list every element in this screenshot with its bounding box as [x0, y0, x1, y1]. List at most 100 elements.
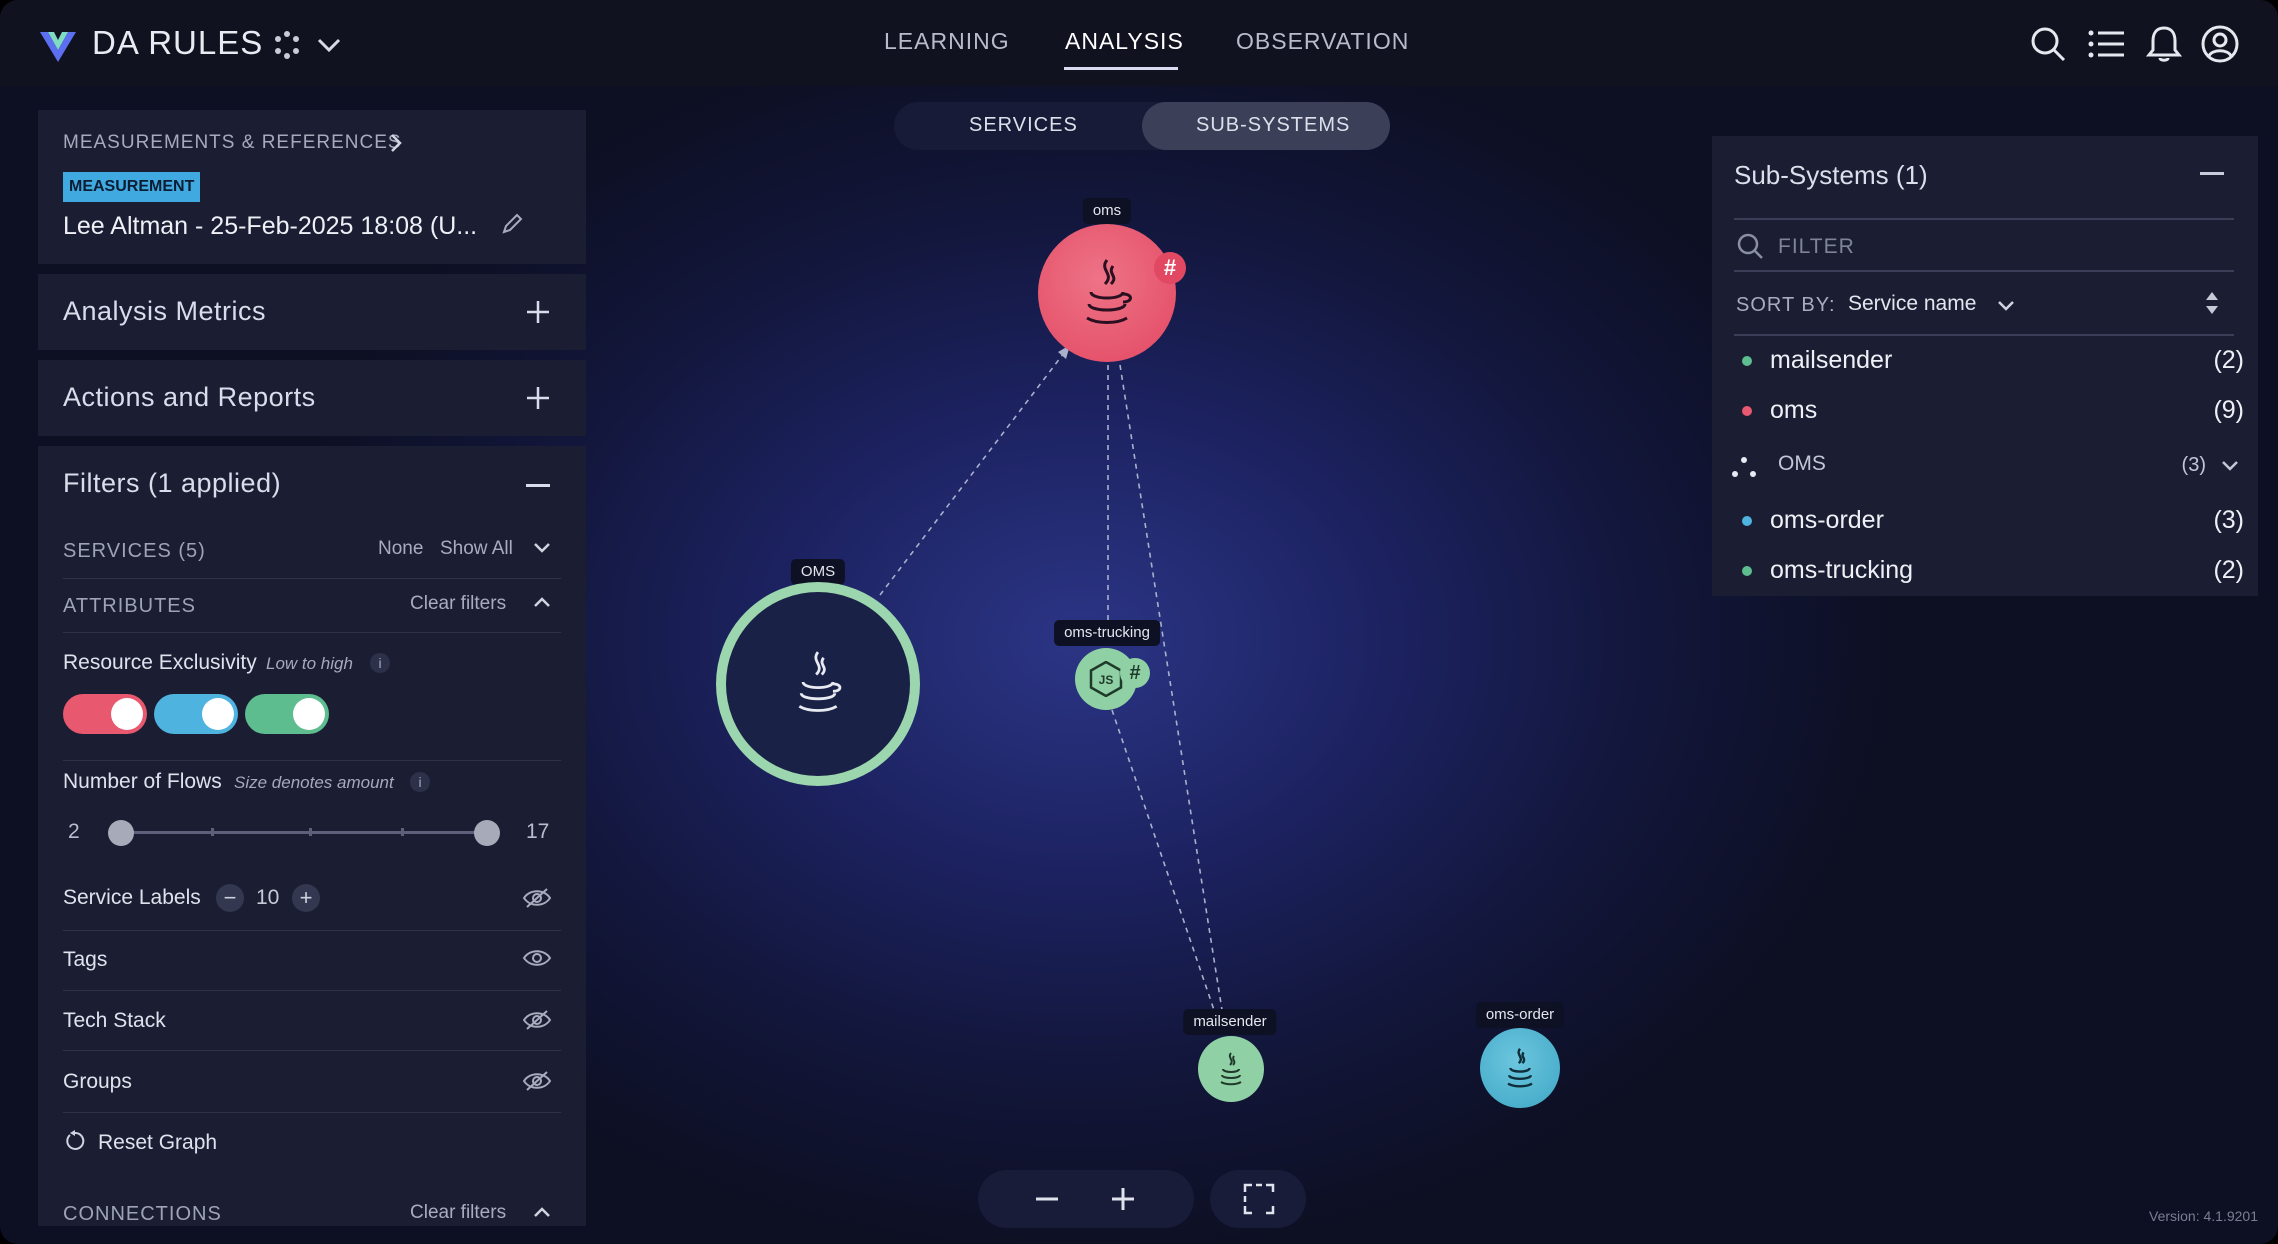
status-dot — [1742, 566, 1752, 576]
app-logo-icon — [40, 32, 76, 62]
connections-label: CONNECTIONS — [63, 1203, 222, 1225]
java-icon — [1220, 1052, 1242, 1086]
divider — [1734, 334, 2234, 336]
filters-title[interactable]: Filters (1 applied) — [63, 468, 281, 499]
app-title: DA RULES — [92, 24, 264, 61]
slider-tick — [401, 828, 404, 836]
node-oms[interactable] — [1038, 224, 1176, 362]
edit-pencil-icon[interactable] — [500, 212, 524, 236]
sort-order-icon[interactable] — [2204, 290, 2220, 316]
expand-plus-icon[interactable] — [524, 298, 552, 326]
tab-observation[interactable]: OBSERVATION — [1236, 28, 1409, 55]
toggle-green[interactable] — [245, 694, 329, 734]
view-toggle-services[interactable]: SERVICES — [969, 114, 1078, 137]
search-icon[interactable] — [2028, 24, 2068, 64]
slider-tick — [211, 828, 214, 836]
filter-input[interactable]: FILTER — [1778, 235, 1855, 259]
zoom-controls — [978, 1170, 1194, 1228]
toggle-blue[interactable] — [154, 694, 238, 734]
zoom-in-icon[interactable] — [1110, 1186, 1136, 1212]
number-of-flows-hint: Size denotes amount — [234, 773, 394, 792]
chevron-up-icon[interactable] — [532, 594, 552, 610]
bell-icon[interactable] — [2144, 24, 2184, 64]
version-label: Version: 4.1.9201 — [2149, 1208, 2258, 1224]
connections-clear-filters-link[interactable]: Clear filters — [410, 1202, 506, 1224]
tab-learning[interactable]: LEARNING — [884, 28, 1010, 55]
breadcrumb[interactable]: MEASUREMENTS & REFERENCES — [63, 132, 402, 154]
app-frame: DA RULES LEARNING ANALYSIS OBSERVATION M… — [0, 0, 2278, 1244]
info-icon[interactable]: i — [370, 653, 390, 673]
list-icon[interactable] — [2086, 24, 2126, 64]
analysis-metrics-title[interactable]: Analysis Metrics — [63, 296, 266, 327]
hash-badge-oms-trucking[interactable]: # — [1120, 658, 1150, 688]
chevron-down-icon[interactable] — [316, 34, 342, 56]
divider — [1734, 218, 2234, 220]
list-item-oms[interactable]: oms — [1770, 396, 1817, 425]
node-OMS-subsystem[interactable] — [716, 582, 920, 786]
hash-badge-oms[interactable]: # — [1154, 252, 1186, 284]
view-toggle-sub-systems[interactable]: SUB-SYSTEMS — [1196, 114, 1350, 137]
list-item-count: (2) — [2213, 556, 2244, 584]
list-item-oms-trucking[interactable]: oms-trucking — [1770, 556, 1913, 585]
resource-exclusivity-hint: Low to high — [266, 654, 353, 673]
active-tab-indicator — [1064, 67, 1178, 70]
list-item-count: (2) — [2213, 346, 2244, 374]
info-icon[interactable]: i — [410, 772, 430, 792]
flows-slider-max-handle[interactable] — [474, 820, 500, 846]
flows-max-value: 17 — [526, 820, 550, 843]
list-item-oms-order[interactable]: oms-order — [1770, 506, 1884, 535]
java-icon — [1507, 1048, 1533, 1088]
status-dot — [1742, 516, 1752, 526]
service-labels-decrement-button[interactable]: − — [216, 884, 244, 912]
service-labels-increment-button[interactable]: + — [292, 884, 320, 912]
attributes-clear-filters-link[interactable]: Clear filters — [410, 593, 506, 615]
list-item-count: (3) — [2181, 454, 2206, 476]
services-show-all-link[interactable]: Show All — [440, 538, 513, 560]
java-icon — [798, 651, 842, 712]
chevron-down-icon[interactable] — [532, 540, 552, 556]
flows-slider-min-handle[interactable] — [108, 820, 134, 846]
list-item-count: (3) — [2213, 506, 2244, 534]
list-group-OMS[interactable]: OMS — [1778, 452, 1826, 476]
services-filter-label: SERVICES (5) — [63, 540, 206, 562]
measurement-name: Lee Altman - 25-Feb-2025 18:08 (U... — [63, 212, 478, 240]
service-labels-value: 10 — [256, 886, 280, 909]
eye-off-icon[interactable] — [522, 1008, 552, 1032]
divider — [63, 990, 561, 991]
divider — [63, 632, 561, 633]
toggle-red[interactable] — [63, 694, 147, 734]
zoom-out-icon[interactable] — [1034, 1186, 1060, 1212]
spinner-icon[interactable] — [272, 30, 302, 60]
list-item-mailsender[interactable]: mailsender — [1770, 346, 1892, 375]
chevron-right-icon[interactable] — [388, 132, 404, 154]
fit-to-screen-icon[interactable] — [1242, 1182, 1276, 1216]
reset-icon[interactable] — [64, 1130, 86, 1152]
actions-reports-title[interactable]: Actions and Reports — [63, 382, 316, 413]
divider — [63, 1050, 561, 1051]
node-oms-order[interactable] — [1480, 1028, 1560, 1108]
eye-off-icon[interactable] — [522, 886, 552, 910]
expand-plus-icon[interactable] — [524, 384, 552, 412]
flows-slider-track[interactable] — [120, 831, 488, 834]
eye-off-icon[interactable] — [522, 1069, 552, 1093]
user-account-icon[interactable] — [2200, 24, 2240, 64]
groups-label: Groups — [63, 1070, 132, 1093]
chevron-down-icon[interactable] — [2220, 458, 2240, 474]
eye-icon[interactable] — [522, 946, 552, 970]
edge-OMS-oms — [879, 344, 1071, 596]
reset-graph-button[interactable]: Reset Graph — [98, 1131, 217, 1155]
collapse-minus-icon[interactable] — [526, 484, 550, 487]
chevron-down-icon[interactable] — [1996, 298, 2016, 314]
java-icon — [1086, 259, 1132, 324]
node-label-mailsender: mailsender — [1183, 1009, 1277, 1035]
attributes-label: ATTRIBUTES — [63, 595, 196, 617]
collapse-minus-icon[interactable] — [2200, 172, 2224, 175]
tab-analysis[interactable]: ANALYSIS — [1065, 28, 1184, 55]
subsystem-group-icon — [1732, 457, 1756, 477]
chevron-up-icon[interactable] — [532, 1204, 552, 1220]
measurement-badge: MEASUREMENT — [63, 172, 201, 202]
node-mailsender[interactable] — [1198, 1036, 1264, 1102]
sort-select[interactable]: Service name — [1848, 292, 1976, 316]
status-dot — [1742, 406, 1752, 416]
services-none-link[interactable]: None — [378, 538, 423, 560]
